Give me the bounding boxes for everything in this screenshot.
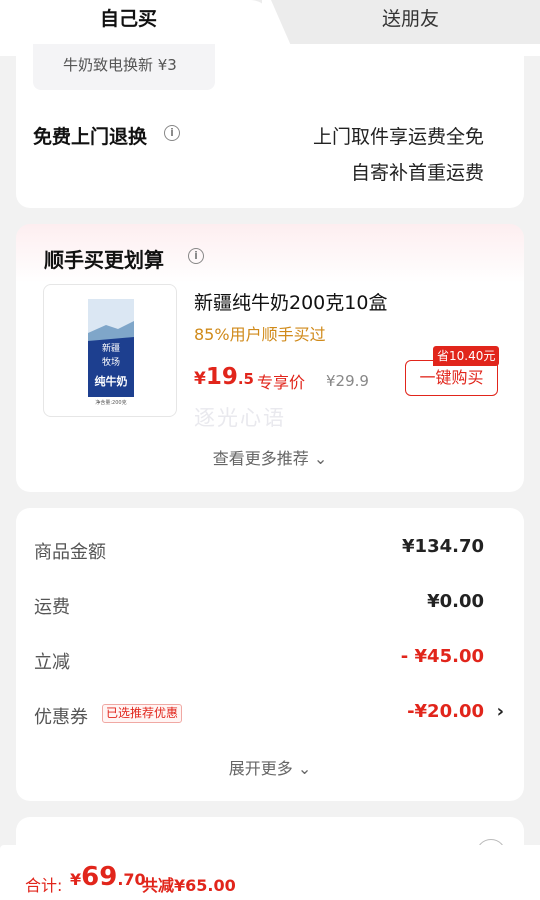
more-recommend-link[interactable]: 查看更多推荐 ⌄ <box>16 445 524 469</box>
coupon-tag: 已选推荐优惠 <box>102 704 183 723</box>
save-badge: 省10.40元 <box>433 346 500 366</box>
recommend-title: 顺手买更划算 <box>44 248 164 272</box>
price-tag: 专享价 <box>257 373 306 392</box>
goods-amount-label: 商品金额 <box>34 542 106 563</box>
chevron-right-icon[interactable]: › <box>497 701 504 722</box>
svg-text:净含量:200克: 净含量:200克 <box>95 399 126 406</box>
total-save: 共减¥65.00 <box>142 876 236 895</box>
trade-in-chip[interactable]: 牛奶致电换新 ¥3 <box>33 44 215 90</box>
info-icon[interactable]: i <box>188 248 204 264</box>
info-icon[interactable]: i <box>164 125 180 141</box>
svg-text:新疆: 新疆 <box>102 342 120 354</box>
checkout-bar: 合计: ¥69.70 共减¥65.00 <box>0 845 540 900</box>
watermark: 逐光心语 <box>194 406 286 430</box>
shipping-label: 运费 <box>34 597 70 618</box>
return-title: 免费上门退换 <box>33 126 148 148</box>
product-price: ¥19.5 <box>194 364 254 390</box>
total-currency: ¥ <box>70 870 82 889</box>
discount-label: 立减 <box>34 652 70 673</box>
return-service-card: 牛奶致电换新 ¥3 免费上门退换 i 上门取件享运费全免 自寄补首重运费 <box>0 44 540 208</box>
price-decimal: .5 <box>237 370 254 388</box>
return-line1: 上门取件享运费全免 <box>312 126 484 148</box>
svg-text:纯牛奶: 纯牛奶 <box>95 374 128 388</box>
product-image[interactable]: 新疆 牧场 纯牛奶 净含量:200克 <box>43 284 177 417</box>
shipping-value: ¥0.00 <box>427 591 484 612</box>
product-name[interactable]: 新疆纯牛奶200克10盒 <box>194 288 387 315</box>
trade-in-text: 牛奶致电换新 ¥3 <box>63 56 177 74</box>
price-summary-card: 商品金额 ¥134.70 运费 ¥0.00 立减 - ¥45.00 优惠券 已选… <box>16 508 524 801</box>
recommend-card: 顺手买更划算 i 新疆 牧场 纯牛奶 净含量:200克 新疆纯牛奶200克10盒… <box>16 224 524 492</box>
coupon-label[interactable]: 优惠券 <box>34 703 88 729</box>
svg-text:牧场: 牧场 <box>102 356 120 368</box>
total-label: 合计: <box>25 876 63 895</box>
purchase-mode-tabs: 自己买 送朋友 <box>0 0 540 48</box>
product-popularity: 85%用户顺手买过 <box>194 325 326 344</box>
expand-more-link[interactable]: 展开更多 ⌄ <box>16 755 524 779</box>
coupon-value[interactable]: -¥20.00 <box>407 701 484 722</box>
return-line2: 自寄补首重运费 <box>350 162 484 184</box>
discount-value: - ¥45.00 <box>400 646 484 667</box>
price-integer: 19 <box>205 364 238 390</box>
tab-self-label[interactable]: 自己买 <box>100 4 157 31</box>
price-currency: ¥ <box>194 369 206 389</box>
tab-self-curve <box>262 0 292 48</box>
original-price: ¥29.9 <box>326 372 369 390</box>
total-price: ¥69.70 <box>70 862 146 892</box>
total-integer: 69 <box>81 862 118 892</box>
milk-box-illustration: 新疆 牧场 纯牛奶 净含量:200克 <box>88 299 134 407</box>
tab-friend-label[interactable]: 送朋友 <box>382 4 439 31</box>
goods-amount-value: ¥134.70 <box>402 536 484 557</box>
